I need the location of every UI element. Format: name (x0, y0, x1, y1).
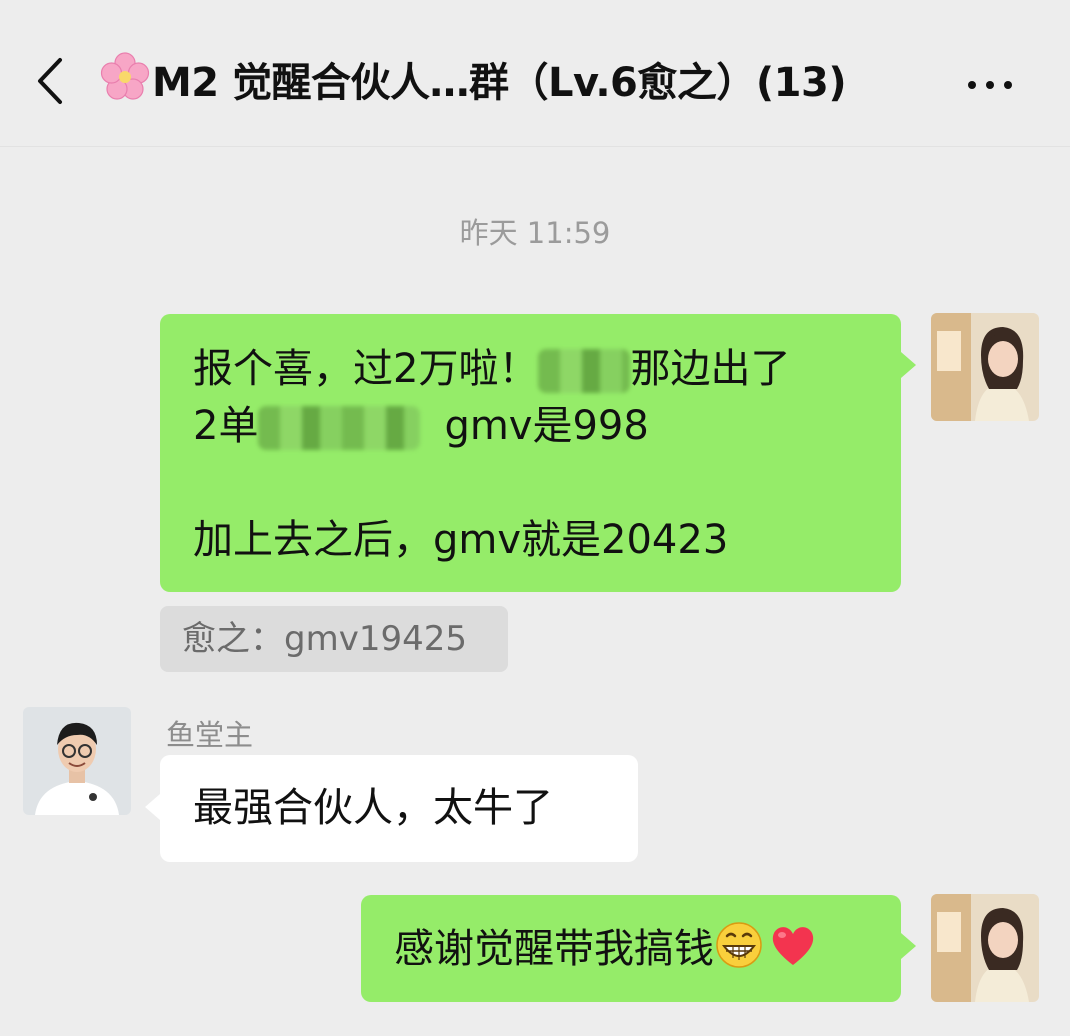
sender-name: 鱼堂主 (166, 718, 254, 752)
message-text: gmv是998 (444, 403, 649, 449)
heart-icon (768, 920, 818, 970)
message-text: 报个喜，过2万啦！ (193, 346, 539, 392)
message-bubble-self[interactable]: 感谢觉醒带我搞钱 (361, 895, 901, 1002)
chat-title[interactable]: M2 觉醒合伙人…群（Lv.6愈之）(13) (100, 50, 847, 112)
avatar[interactable] (931, 894, 1039, 1002)
bubble-tail (901, 352, 916, 378)
bubble-tail (145, 794, 160, 820)
message-timestamp: 昨天 11:59 (459, 216, 611, 250)
chevron-left-icon (38, 58, 62, 104)
message-line-empty (193, 455, 901, 512)
message-text: 感谢觉醒带我搞钱 (394, 926, 714, 972)
message-line: 报个喜，过2万啦！ 那边出了 (193, 341, 901, 398)
ellipsis-icon (968, 74, 1022, 93)
cherry-blossom-icon (100, 52, 150, 112)
grinning-face-icon (714, 920, 764, 970)
message-text: 2单 (193, 403, 259, 449)
avatar[interactable] (931, 313, 1039, 421)
message-line: 2单 gmv是998 (193, 398, 901, 455)
message-bubble-other[interactable]: 最强合伙人，太牛了 (160, 755, 638, 862)
user-avatar-image (23, 707, 131, 815)
message-text: 最强合伙人，太牛了 (193, 785, 553, 831)
avatar[interactable] (23, 707, 131, 815)
redacted-text (538, 349, 631, 393)
user-avatar-image (931, 894, 1039, 1002)
back-button[interactable] (30, 56, 70, 106)
chat-header: M2 觉醒合伙人…群（Lv.6愈之）(13) (0, 0, 1070, 147)
bubble-tail (901, 933, 916, 959)
redacted-text (258, 406, 421, 450)
chat-title-text: M2 觉醒合伙人…群（Lv.6愈之）(13) (152, 60, 847, 106)
message-text: 加上去之后，gmv就是20423 (193, 517, 729, 563)
message-text: 那边出了 (630, 346, 791, 392)
message-line: 加上去之后，gmv就是20423 (193, 512, 901, 569)
message-bubble-self[interactable]: 报个喜，过2万啦！ 那边出了 2单 gmv是998 加上去之后，gmv就是20423 (160, 314, 901, 592)
quoted-message[interactable]: 愈之：gmv19425 (160, 606, 508, 672)
more-button[interactable] (968, 74, 1028, 89)
user-avatar-image (931, 313, 1039, 421)
